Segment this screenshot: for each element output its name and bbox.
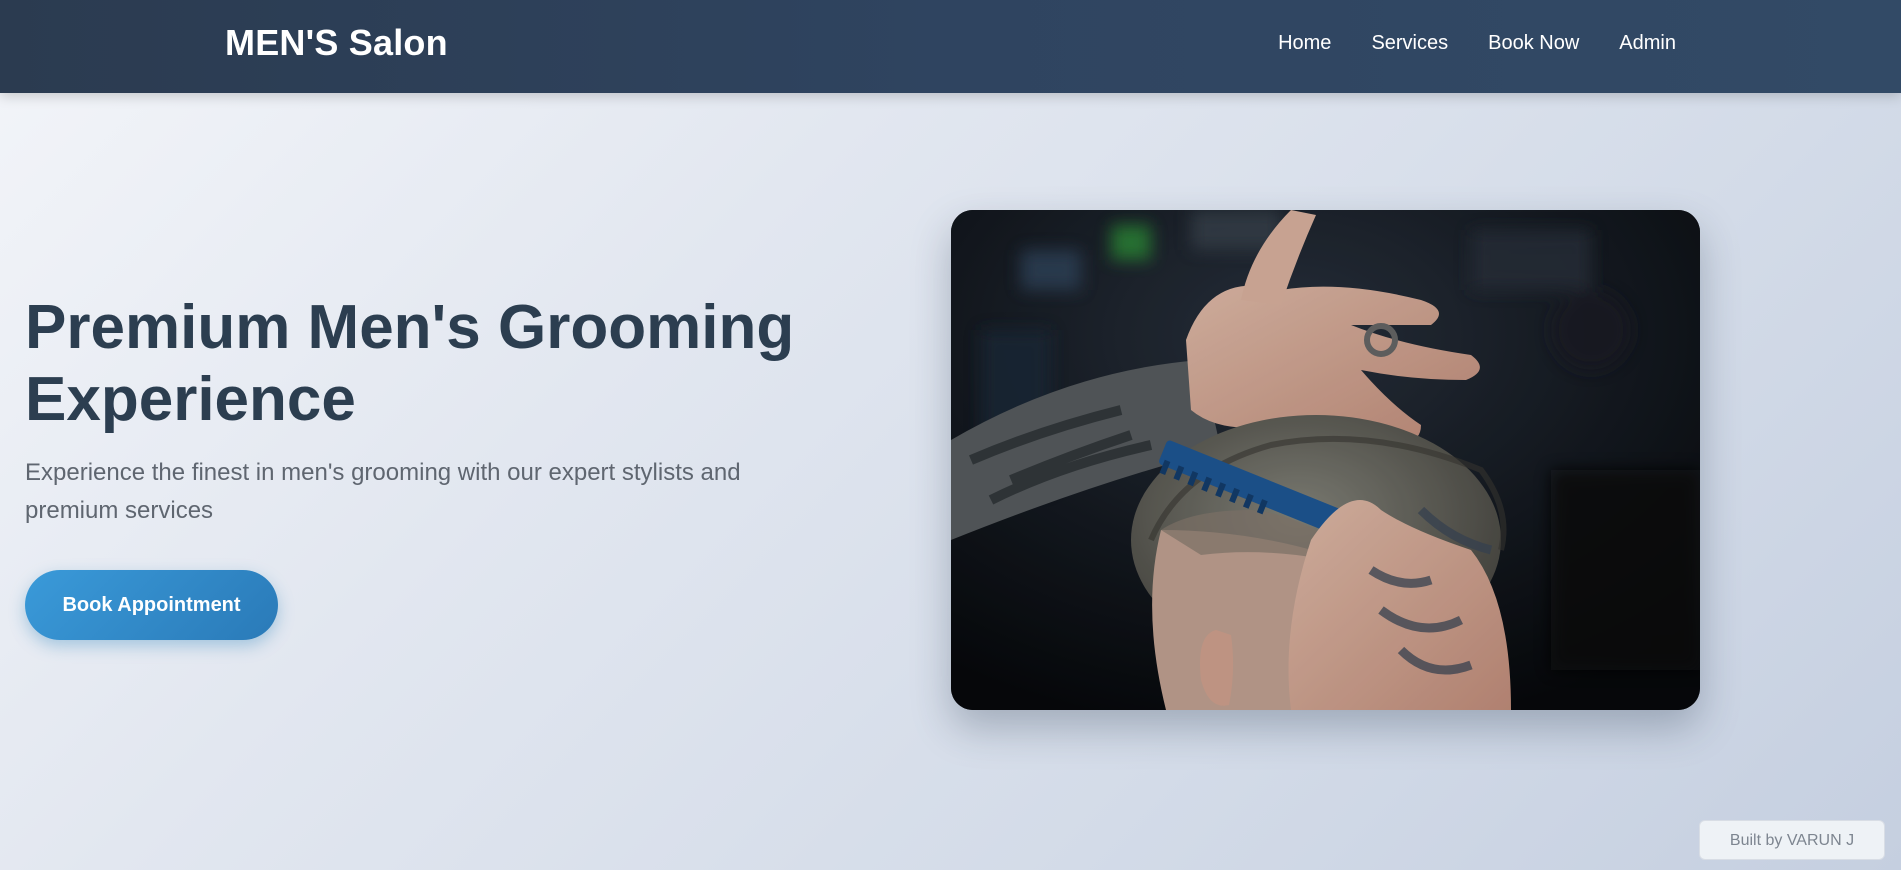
hero-content: Premium Men's Grooming Experience Experi… — [25, 292, 825, 530]
hero-subtitle: Experience the finest in men's grooming … — [25, 459, 741, 524]
barber-haircut-image — [951, 210, 1700, 710]
nav-services-link[interactable]: Services — [1371, 32, 1448, 55]
nav-home-link[interactable]: Home — [1278, 32, 1331, 55]
main-nav: Home Services Book Now Admin — [1278, 32, 1676, 55]
nav-book-now-link[interactable]: Book Now — [1488, 32, 1579, 55]
built-by-credit: Built by VARUN J — [1699, 820, 1885, 860]
book-appointment-button[interactable]: Book Appointment — [25, 570, 278, 640]
site-logo[interactable]: MEN'S Salon — [225, 22, 448, 64]
hero-title: Premium Men's Grooming Experience — [25, 293, 795, 434]
nav-admin-link[interactable]: Admin — [1619, 32, 1676, 55]
top-navbar: MEN'S Salon Home Services Book Now Admin — [0, 0, 1901, 93]
barber-haircut-illustration — [951, 210, 1700, 710]
